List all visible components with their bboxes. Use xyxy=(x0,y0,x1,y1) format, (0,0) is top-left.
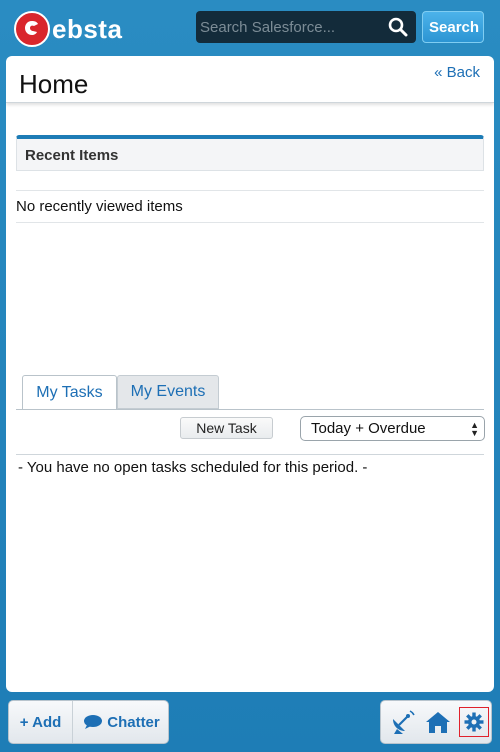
gear-icon[interactable] xyxy=(459,707,489,737)
new-task-button[interactable]: New Task xyxy=(180,417,273,439)
chatter-icon xyxy=(83,714,103,730)
chatter-label: Chatter xyxy=(107,713,160,731)
footer-nav xyxy=(380,700,492,744)
recent-items-title: Recent Items xyxy=(25,147,119,164)
tab-divider xyxy=(16,409,484,410)
search-box[interactable] xyxy=(196,11,416,43)
back-link[interactable]: « Back xyxy=(434,64,480,81)
tasks-empty-message: - You have no open tasks scheduled for t… xyxy=(18,459,368,476)
divider xyxy=(16,190,484,191)
main-content: Home « Back Recent Items No recently vie… xyxy=(6,56,494,692)
period-select-value: Today + Overdue xyxy=(311,420,426,437)
period-select[interactable]: Today + Overdue ▲ ▼ xyxy=(300,416,485,441)
add-button[interactable]: + Add xyxy=(9,701,73,743)
ebsta-logo-icon xyxy=(14,11,50,47)
divider xyxy=(16,454,484,455)
logo-text: ebsta xyxy=(52,13,123,44)
recent-items-empty-message: No recently viewed items xyxy=(16,198,183,215)
page-header: Home « Back xyxy=(6,56,494,103)
search-input[interactable] xyxy=(196,11,376,43)
search-button[interactable]: Search xyxy=(422,11,484,43)
tab-my-tasks[interactable]: My Tasks xyxy=(22,375,117,410)
satellite-dish-icon[interactable] xyxy=(387,707,417,737)
divider xyxy=(16,222,484,223)
chatter-button[interactable]: Chatter xyxy=(75,701,168,743)
home-icon[interactable] xyxy=(423,707,453,737)
select-arrows-icon: ▲ ▼ xyxy=(470,420,479,438)
ebsta-logo: ebsta xyxy=(14,11,122,47)
recent-items-panel: Recent Items xyxy=(16,135,484,171)
page-title: Home xyxy=(19,69,89,99)
search-icon[interactable] xyxy=(388,17,408,37)
tab-my-events[interactable]: My Events xyxy=(117,375,219,409)
footer-actions: + Add Chatter xyxy=(8,700,169,744)
top-bar: ebsta Search xyxy=(0,0,500,56)
